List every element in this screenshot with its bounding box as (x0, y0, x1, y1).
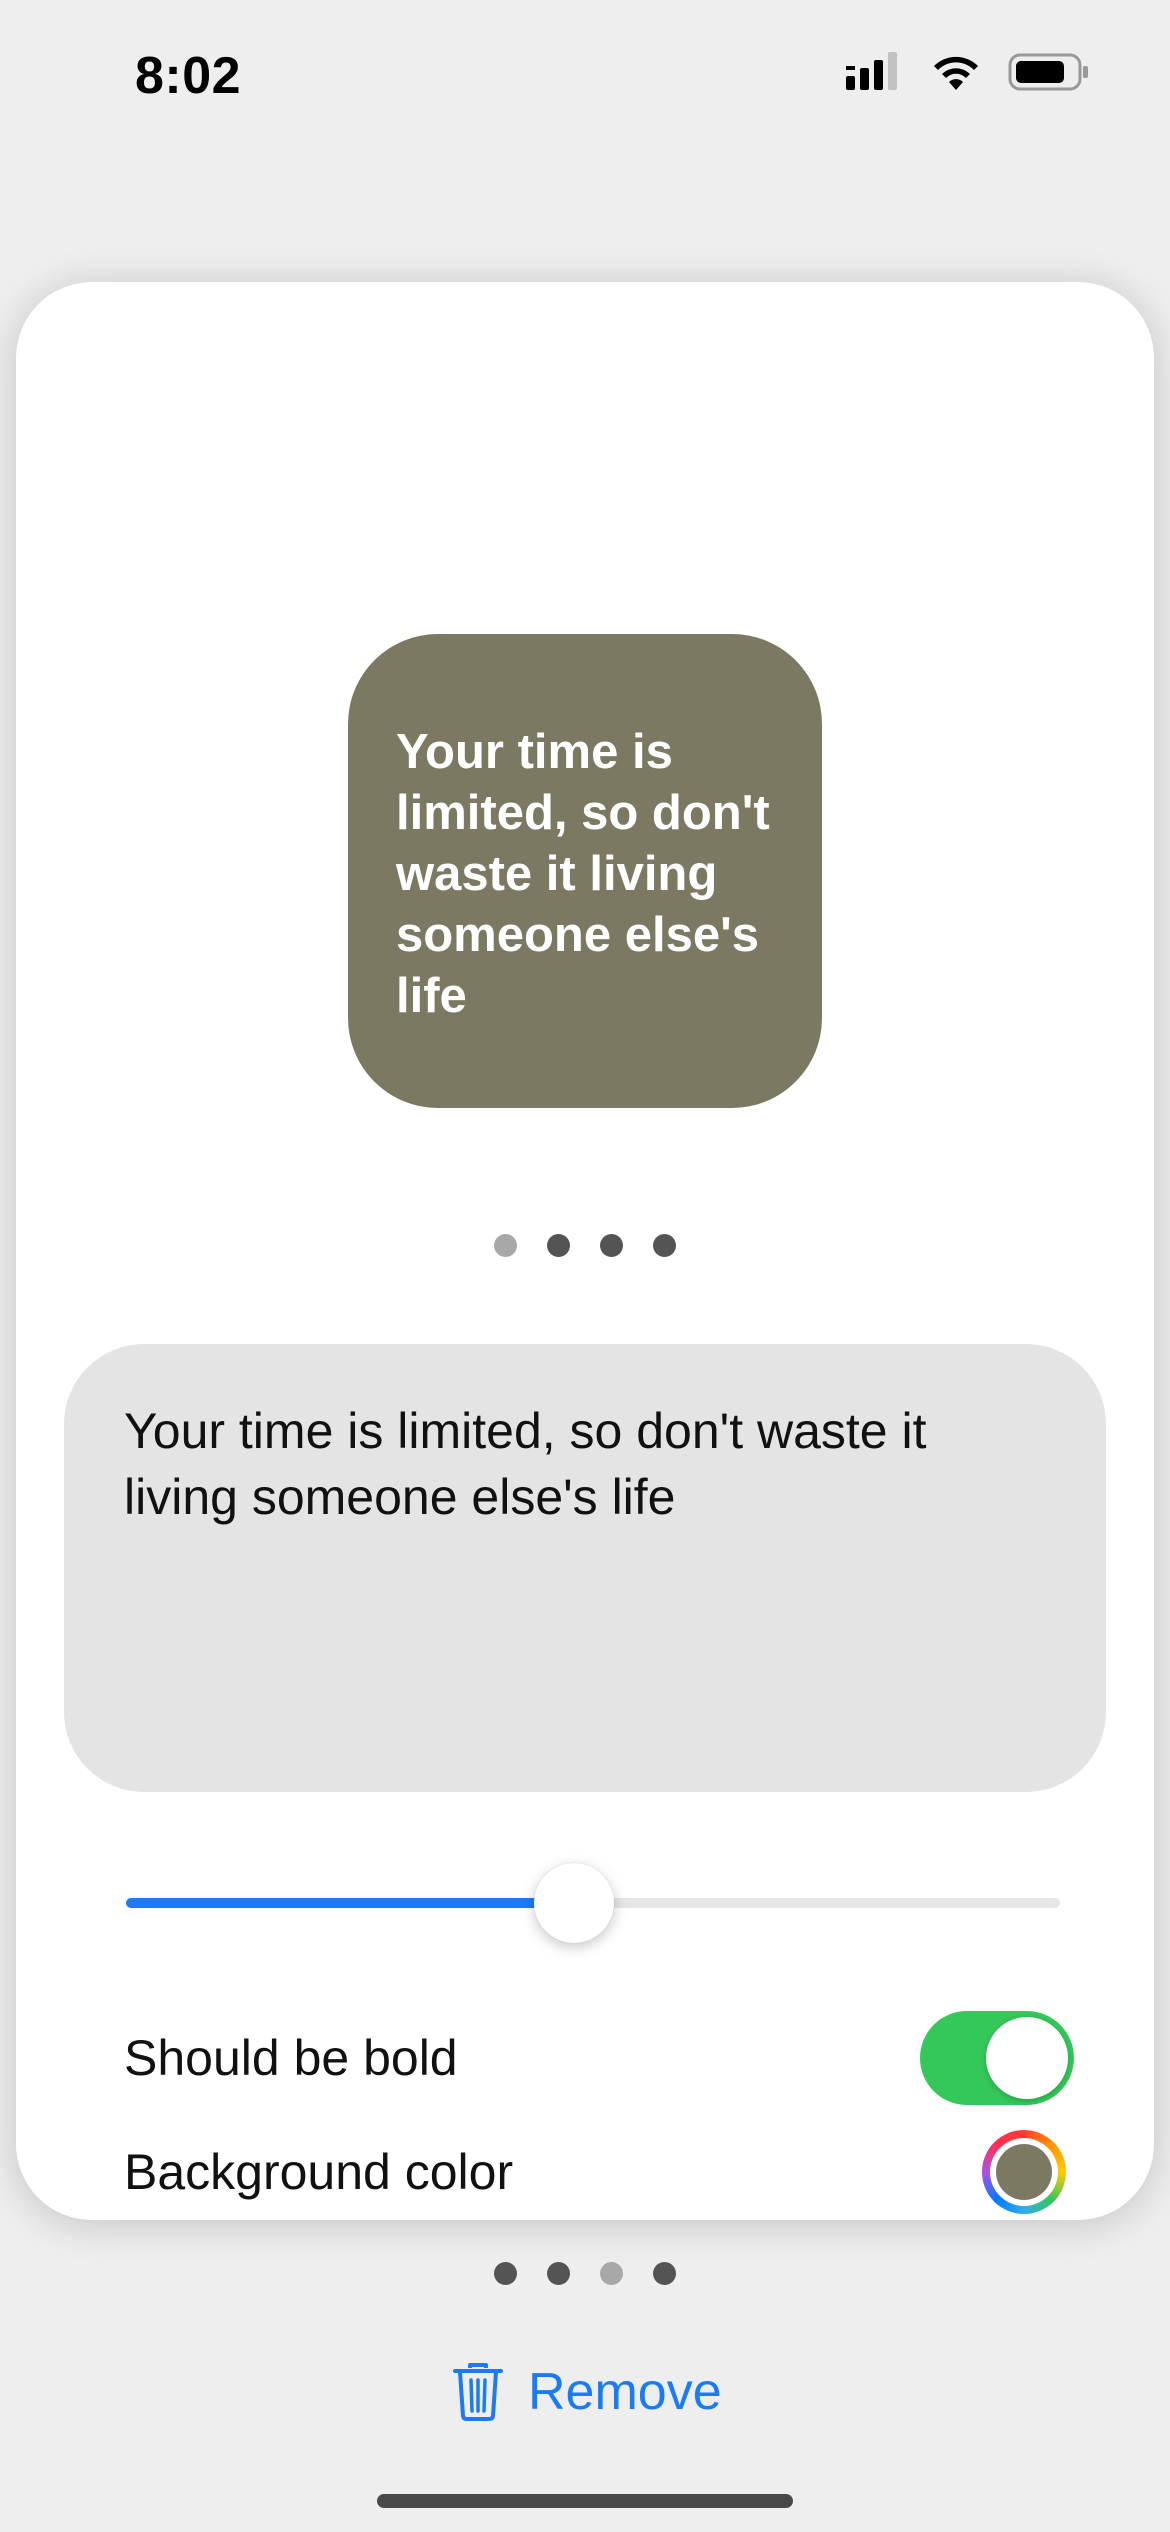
widget-preview-text: Your time is limited, so don't waste it … (396, 725, 770, 1023)
trash-icon (453, 2363, 503, 2421)
background-color-row: Background color (124, 2124, 1074, 2220)
font-size-slider[interactable] (126, 1862, 1060, 1943)
widget-preview[interactable]: Your time is limited, so don't waste it … (348, 634, 822, 1108)
page-indicator[interactable] (494, 2262, 676, 2285)
page-dot (547, 1234, 570, 1257)
slider-thumb[interactable] (534, 1863, 615, 1943)
wifi-icon (934, 56, 978, 90)
color-well-ring (990, 2138, 1058, 2206)
toggle-knob (986, 2017, 1068, 2099)
page-dot (494, 2262, 517, 2285)
remove-button-label: Remove (528, 2363, 722, 2421)
page-dot (547, 2262, 570, 2285)
remove-button[interactable]: Remove (452, 2362, 722, 2422)
preview-page-indicator[interactable] (494, 1234, 676, 1257)
battery-icon (1008, 53, 1088, 91)
color-picker-well[interactable] (982, 2130, 1066, 2214)
status-icons (844, 52, 1090, 92)
page-dot (653, 1234, 676, 1257)
status-time: 8:02 (135, 47, 242, 105)
cellular-signal-icon (846, 52, 897, 90)
slider-fill (126, 1898, 575, 1908)
page-dot (494, 1234, 517, 1257)
page-dot (600, 2262, 623, 2285)
bold-option-row: Should be bold (124, 2010, 1074, 2106)
background-color-label: Background color (124, 2144, 514, 2200)
quote-text-value: Your time is limited, so don't waste it … (124, 1403, 927, 1525)
page-dot (600, 1234, 623, 1257)
quote-text-field[interactable]: Your time is limited, so don't waste it … (64, 1344, 1106, 1792)
widget-editor-card: Your time is limited, so don't waste it … (16, 282, 1154, 2220)
home-indicator[interactable] (377, 2494, 793, 2508)
page-dot (653, 2262, 676, 2285)
screen: 8:02 Your time is limited, so don't wast… (0, 0, 1170, 2532)
color-swatch (996, 2144, 1052, 2200)
bold-option-label: Should be bold (124, 2030, 458, 2086)
bold-toggle[interactable] (920, 2011, 1074, 2105)
